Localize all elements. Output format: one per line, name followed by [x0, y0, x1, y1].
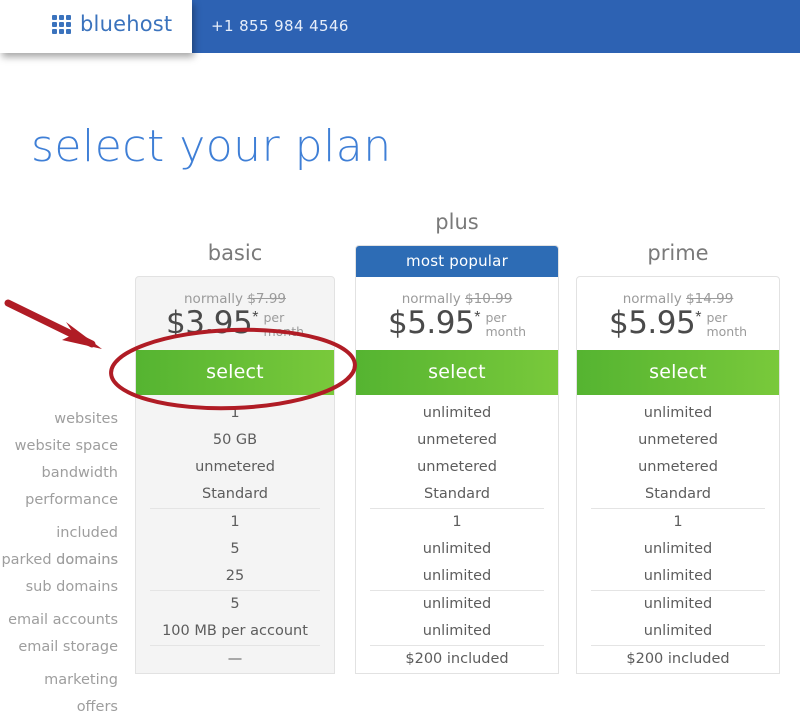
- feature-group: unlimited unmetered unmetered Standard: [356, 400, 558, 508]
- struck-price: $7.99: [247, 291, 286, 307]
- feature-value: $200 included: [626, 651, 730, 667]
- grid-squares-icon: [52, 15, 71, 34]
- feature-value: unmetered: [195, 459, 275, 475]
- feature-value: unlimited: [422, 568, 492, 584]
- feature-group: 1 unlimited unlimited: [591, 508, 765, 590]
- month-label: month: [706, 324, 748, 339]
- feature-group: —: [150, 645, 320, 673]
- plan-column-basic: basic normally $7.99 $3.95 * per month s…: [135, 205, 335, 674]
- per-label: per: [706, 310, 728, 325]
- select-button-prime[interactable]: select: [577, 350, 779, 395]
- plan-name: basic: [207, 241, 263, 265]
- feature-value: unmetered: [417, 459, 497, 475]
- feature-label-group: websites website space bandwidth perform…: [0, 406, 118, 514]
- feature-label: email accounts: [8, 612, 118, 628]
- feature-value: unmetered: [417, 432, 497, 448]
- feature-value: unlimited: [643, 541, 713, 557]
- feature-label: included domains: [56, 525, 118, 568]
- price-line: $3.95 * per month: [136, 308, 334, 339]
- price-period: per month: [706, 311, 747, 339]
- feature-group: $200 included: [370, 645, 544, 673]
- feature-group: unlimited unlimited: [370, 590, 544, 645]
- price-box: normally $14.99 $5.95 * per month: [577, 277, 779, 350]
- bluehost-logo[interactable]: bluehost: [52, 14, 172, 35]
- feature-group: 1 5 25: [150, 508, 320, 590]
- feature-value: 1: [230, 514, 240, 530]
- per-label: per: [485, 310, 507, 325]
- price-amount: $5.95: [608, 305, 696, 341]
- feature-value: 5: [230, 596, 240, 612]
- feature-value: unlimited: [422, 405, 492, 421]
- feature-value: 1: [230, 405, 240, 421]
- feature-label-column: websites website space bandwidth perform…: [0, 205, 118, 715]
- feature-label: sub domains: [25, 579, 118, 595]
- feature-group: 5 100 MB per account: [150, 590, 320, 645]
- feature-value: 100 MB per account: [162, 623, 308, 639]
- feature-label: website space: [14, 438, 118, 454]
- month-label: month: [263, 324, 305, 339]
- feature-value: unmetered: [638, 432, 718, 448]
- feature-label: marketing offers: [44, 672, 118, 715]
- price-amount: $3.95: [165, 305, 253, 341]
- feature-group: 1 50 GB unmetered Standard: [136, 400, 334, 508]
- logo-text: bluehost: [80, 12, 173, 36]
- feature-value: Standard: [202, 486, 268, 502]
- feature-label-group: email accounts email storage: [0, 607, 118, 661]
- feature-group: unlimited unlimited: [591, 590, 765, 645]
- price-line: $5.95 * per month: [577, 308, 779, 339]
- feature-label: parked domains: [1, 552, 118, 568]
- select-button-basic[interactable]: select: [136, 350, 334, 395]
- feature-value: unlimited: [643, 623, 713, 639]
- feature-value: unlimited: [643, 568, 713, 584]
- phone-number[interactable]: +1 855 984 4546: [211, 17, 349, 35]
- feature-value: unlimited: [643, 596, 713, 612]
- plan-card-prime: normally $14.99 $5.95 * per month select…: [576, 276, 780, 674]
- price-asterisk: *: [695, 309, 702, 326]
- price-line: $5.95 * per month: [356, 308, 558, 339]
- feature-group: unlimited unmetered unmetered Standard: [577, 400, 779, 508]
- month-label: month: [485, 324, 527, 339]
- price-box: normally $7.99 $3.95 * per month: [136, 277, 334, 350]
- price-box: normally $10.99 $5.95 * per month: [356, 277, 558, 350]
- feature-value: 1: [673, 514, 683, 530]
- feature-value: 50 GB: [212, 432, 258, 448]
- feature-value: unlimited: [422, 596, 492, 612]
- price-period: per month: [485, 311, 526, 339]
- plan-column-plus: plus most popular normally $10.99 $5.95 …: [355, 205, 559, 674]
- feature-label-group: included domains parked domains sub doma…: [0, 520, 118, 601]
- price-asterisk: *: [474, 309, 481, 326]
- plan-name: plus: [435, 210, 479, 234]
- price-asterisk: *: [252, 309, 259, 326]
- feature-value: 5: [230, 541, 240, 557]
- page-title: select your plan: [31, 121, 392, 173]
- feature-group: $200 included: [591, 645, 765, 673]
- feature-value: unlimited: [422, 541, 492, 557]
- per-label: per: [263, 310, 285, 325]
- plan-name: prime: [647, 241, 709, 265]
- feature-label: bandwidth: [41, 465, 118, 481]
- feature-label-group: marketing offers: [0, 667, 118, 715]
- feature-value: unlimited: [422, 623, 492, 639]
- feature-value: $200 included: [405, 651, 509, 667]
- feature-value: Standard: [424, 486, 490, 502]
- plan-card-plus: most popular normally $10.99 $5.95 * per…: [355, 245, 559, 674]
- plan-column-prime: prime normally $14.99 $5.95 * per month …: [576, 205, 780, 674]
- feature-value: Standard: [645, 486, 711, 502]
- feature-value: unmetered: [638, 459, 718, 475]
- feature-value: 25: [225, 568, 245, 584]
- feature-value: unlimited: [643, 405, 713, 421]
- feature-label: websites: [54, 411, 118, 427]
- feature-group: 1 unlimited unlimited: [370, 508, 544, 590]
- feature-label: email storage: [18, 639, 118, 655]
- most-popular-ribbon: most popular: [356, 246, 558, 277]
- site-header: bluehost +1 855 984 4546: [0, 0, 800, 53]
- feature-value: 1: [452, 514, 462, 530]
- feature-value: —: [227, 651, 243, 667]
- plan-card-basic: normally $7.99 $3.95 * per month select …: [135, 276, 335, 674]
- feature-label: performance: [25, 492, 118, 508]
- price-amount: $5.95: [387, 305, 475, 341]
- price-period: per month: [263, 311, 304, 339]
- select-button-plus[interactable]: select: [356, 350, 558, 395]
